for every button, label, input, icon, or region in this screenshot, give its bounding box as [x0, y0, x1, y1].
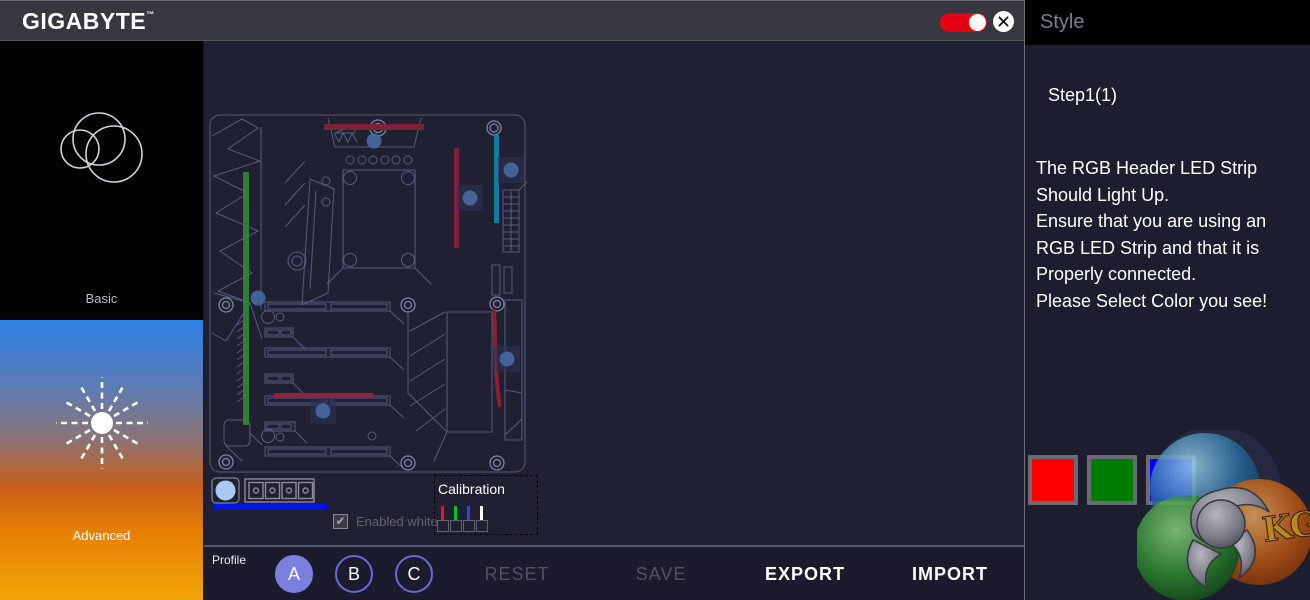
motherboard-view: ✔ Enabled white Calibration: [204, 41, 1024, 545]
color-option-green[interactable]: [1087, 455, 1137, 505]
color-option-row: [1028, 455, 1196, 505]
color-option-red[interactable]: [1028, 455, 1078, 505]
sidebar-item-advanced[interactable]: Advanced: [0, 320, 203, 600]
export-button[interactable]: EXPORT: [765, 564, 845, 585]
calibration-group[interactable]: Calibration: [434, 475, 538, 535]
calibration-title: Calibration: [438, 481, 505, 497]
advanced-mode-burst-icon: [56, 377, 148, 469]
app-window: GIGABYTE™ Basic Advanced ✔ Enabled white…: [0, 0, 1310, 600]
step-instructions: The RGB Header LED Strip Should Light Up…: [1036, 158, 1268, 311]
sidebar-item-basic[interactable]: Basic: [0, 41, 203, 320]
title-bar: GIGABYTE™: [0, 0, 1024, 41]
motherboard-diagram[interactable]: [204, 41, 1024, 545]
rgb-header-connector: [244, 478, 315, 503]
selected-zone-dot[interactable]: [215, 480, 236, 501]
calibration-socket: [476, 520, 488, 532]
calibration-pin-white: [480, 506, 483, 521]
sidebar-item-label: Advanced: [72, 528, 131, 543]
toggle-knob: [969, 14, 986, 31]
step-title: Step1(1): [1048, 85, 1118, 105]
profile-b-button[interactable]: B: [335, 555, 373, 593]
calibration-pin-green: [454, 506, 457, 521]
style-panel-title: Style: [1025, 0, 1310, 45]
close-icon: [998, 16, 1009, 27]
profile-c-button[interactable]: C: [395, 555, 433, 593]
rgb-led-strips: [243, 124, 502, 425]
enabled-white-label: Enabled white: [356, 514, 438, 529]
close-button[interactable]: [993, 11, 1014, 32]
calibration-socket: [450, 520, 462, 532]
trademark-symbol: ™: [146, 10, 155, 19]
zone-selection-bar: [214, 504, 327, 510]
save-button[interactable]: SAVE: [636, 564, 687, 585]
sidebar-item-label: Basic: [85, 291, 118, 306]
led-zone-selector[interactable]: [211, 477, 327, 510]
power-toggle[interactable]: [940, 13, 987, 32]
calibration-socket: [437, 520, 449, 532]
profile-label: Profile: [212, 553, 247, 567]
reset-button[interactable]: RESET: [484, 564, 549, 585]
calibration-pin-red: [441, 506, 444, 521]
import-button[interactable]: IMPORT: [912, 564, 988, 585]
calibration-socket: [463, 520, 475, 532]
enabled-white-checkbox[interactable]: ✔: [333, 514, 348, 529]
calibration-pin-blue: [467, 506, 470, 521]
mode-sidebar: Basic Advanced: [0, 41, 203, 600]
profile-bar: Profile A B C RESET SAVE EXPORT IMPORT: [204, 545, 1024, 600]
profile-a-button[interactable]: A: [275, 555, 313, 593]
gigabyte-logo: GIGABYTE™: [22, 8, 155, 34]
color-option-blue[interactable]: [1146, 455, 1196, 505]
svg-text:KG: KG: [1260, 504, 1310, 551]
led-zone-dots[interactable]: [250, 133, 525, 425]
basic-mode-circles-icon: [60, 112, 143, 183]
style-panel: Style Step1(1) The RGB Header LED Strip …: [1024, 0, 1310, 600]
